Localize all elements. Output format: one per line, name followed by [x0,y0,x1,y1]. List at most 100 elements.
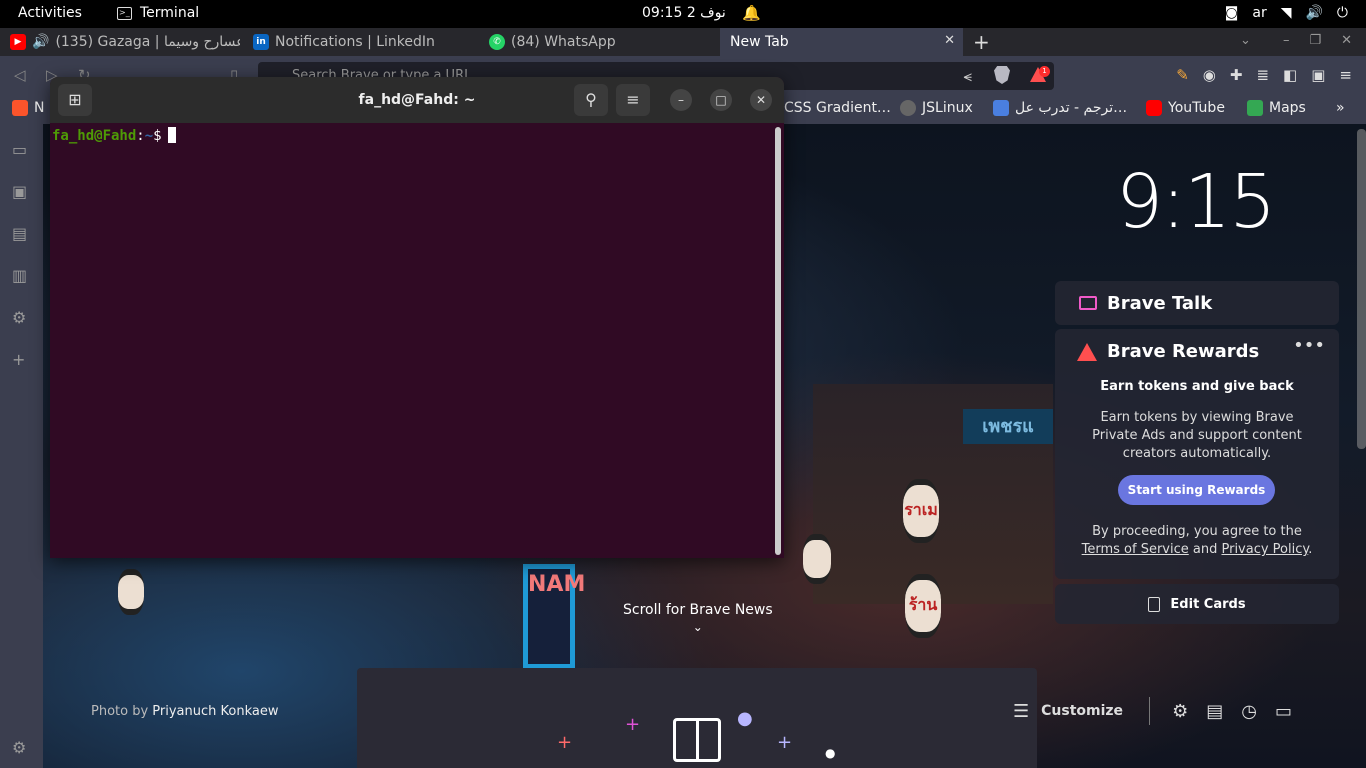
tab-search-chevron-icon[interactable]: ⌄ [1240,33,1251,48]
extensions-icon[interactable]: ✚ [1230,66,1243,84]
bookmark-item[interactable]: CSS Gradient… [784,100,891,116]
chevron-down-icon: ⌄ [692,620,703,634]
activities-button[interactable]: Activities [18,5,82,21]
customize-button[interactable]: Customize [1041,703,1123,719]
system-top-bar: Activities >_ Terminal نوف 2 09:15 🔔 ◙ a… [0,0,1366,28]
settings-sidebar-icon[interactable]: ⚙ [12,308,26,327]
background-photo-sign: เพชรแ [963,409,1053,444]
bookmark-label: JSLinux [922,100,973,116]
main-menu-icon[interactable]: ≡ [1339,66,1352,84]
terminal-icon: >_ [117,6,132,20]
bookmark-item[interactable]: ترجم - تدرب عل… [993,100,1127,116]
add-sidebar-item-icon[interactable]: + [12,350,25,369]
highlighter-extension-icon[interactable]: ✎ [1176,66,1189,84]
tab-title: (135) Gazaga | عسارح وسيما [55,34,240,50]
tab-new-tab[interactable]: New Tab ✕ [720,28,963,56]
tab-title: New Tab [730,34,789,50]
minimize-icon[interactable]: – [670,89,692,111]
bookmark-item[interactable]: Maps [1247,100,1306,116]
spy-extension-icon[interactable]: ◉ [1203,66,1216,84]
start-using-rewards-button[interactable]: Start using Rewards [1118,475,1275,505]
prompt-separator: : [136,128,145,144]
terminal-window[interactable]: ⊞ fa_hd@Fahd: ~ ⚲ ≡ – □ ✕ fa_hd@Fahd:~$ [50,77,784,558]
bookmarks-icon[interactable]: ▤ [1206,701,1223,722]
bookmark-item[interactable]: YouTube [1146,100,1225,116]
wallet-icon[interactable]: ▣ [1311,66,1325,84]
brave-talk-video-icon[interactable]: ▭ [1275,701,1292,722]
tab-youtube[interactable]: ▶ 🔊 (135) Gazaga | عسارح وسيما [0,28,240,56]
brave-shields-icon[interactable] [994,66,1010,84]
close-icon[interactable]: ✕ [750,89,772,111]
dot-icon: ● [825,746,836,760]
share-icon[interactable]: ⪪ [964,67,972,85]
terminal-scrollbar[interactable] [775,127,781,555]
brave-icon [12,100,28,116]
scroll-for-news[interactable]: Scroll for Brave News ⌄ [623,602,773,634]
maps-icon [1247,100,1263,116]
search-icon[interactable]: ⚲ [574,84,608,116]
bookmark-item[interactable]: N [12,100,44,116]
background-photo-neon-sign: NAM [523,564,585,669]
terms-of-service-link[interactable]: Terms of Service [1082,542,1189,557]
page-scrollbar[interactable] [1357,129,1366,449]
tab-whatsapp[interactable]: ✆ (84) WhatsApp [479,28,719,56]
photo-author-link[interactable]: Priyanuch Konkaew [152,704,278,719]
reading-list-sidebar-icon[interactable]: ▥ [12,266,27,285]
bookmarks-sidebar-icon[interactable]: ▤ [12,224,27,243]
app-menu[interactable]: >_ Terminal [117,5,199,21]
rewards-legal-text: By proceeding, you agree to the Terms of… [1073,523,1321,559]
brave-talk-sidebar-icon[interactable]: ▭ [12,140,27,159]
bookmark-item[interactable]: JSLinux [900,100,973,116]
bookmark-label: CSS Gradient… [784,100,891,116]
widget-stack: Brave Talk Brave Rewards ••• Earn tokens… [1055,281,1339,624]
maximize-icon[interactable]: □ [710,89,732,111]
youtube-icon [1146,100,1162,116]
back-icon[interactable]: ◁ [14,66,26,84]
close-tab-icon[interactable]: ✕ [944,33,955,48]
hamburger-menu-icon[interactable]: ≡ [616,84,650,116]
sidebar-toggle-icon[interactable]: ◧ [1283,66,1297,84]
tab-title: Notifications | LinkedIn [275,34,435,50]
terminal-output[interactable]: fa_hd@Fahd:~$ [50,123,784,148]
minimize-icon[interactable]: – [1283,33,1290,48]
bat-triangle-icon [1077,342,1097,361]
brave-talk-card[interactable]: Brave Talk [1055,281,1339,325]
browser-window-controls: ⌄ – ❐ ✕ [1240,33,1352,48]
bookmarks-overflow-icon[interactable]: » [1336,100,1345,116]
wallet-sidebar-icon[interactable]: ▣ [12,182,27,201]
volume-icon: 🔊 [1305,5,1323,21]
background-photo-lantern [118,569,144,615]
history-icon[interactable]: ◷ [1241,701,1257,722]
translate-icon [993,100,1009,116]
sidebar-settings-icon[interactable]: ⚙ [12,738,26,757]
toolbar-actions: ✎ ◉ ✚ ≣ ◧ ▣ ≡ [1176,66,1352,84]
text-cursor [167,127,176,143]
settings-gear-icon[interactable]: ⚙ [1172,701,1188,722]
screen-record-icon: ◙ [1224,5,1239,21]
youtube-icon: ▶ [10,34,26,50]
terminal-header-bar[interactable]: ⊞ fa_hd@Fahd: ~ ⚲ ≡ – □ ✕ [50,77,784,123]
new-tab-bottom-bar: ☰ Customize ⚙ ▤ ◷ ▭ [1013,697,1292,725]
photo-credit: Photo by Priyanuch Konkaew [91,704,279,719]
customize-sliders-icon[interactable]: ☰ [1013,701,1029,722]
brave-talk-title: Brave Talk [1107,292,1213,314]
playlist-icon[interactable]: ≣ [1256,66,1269,84]
audio-icon[interactable]: 🔊 [32,34,49,50]
sparkle-icon: + [557,732,573,753]
privacy-policy-link[interactable]: Privacy Policy [1221,542,1308,557]
tab-linkedin[interactable]: in Notifications | LinkedIn [243,28,478,56]
system-clock[interactable]: نوف 2 09:15 [642,5,726,21]
restore-icon[interactable]: ❐ [1309,33,1321,48]
more-options-icon[interactable]: ••• [1293,335,1325,356]
tab-title: (84) WhatsApp [511,34,616,50]
news-book-icon [673,718,721,762]
system-tray[interactable]: ◙ ar ◥ 🔊 ⏻ [1225,5,1348,21]
keyboard-layout[interactable]: ar [1252,5,1266,21]
new-tab-button[interactable]: + [973,30,990,54]
notification-bell-icon: 🔔 [742,4,761,22]
prompt-symbol: $ [153,128,162,144]
prompt-user: fa_hd@Fahd [52,128,137,144]
background-photo-lantern: ราเม [903,479,939,543]
close-window-icon[interactable]: ✕ [1341,33,1352,48]
edit-cards-button[interactable]: Edit Cards [1055,584,1339,624]
